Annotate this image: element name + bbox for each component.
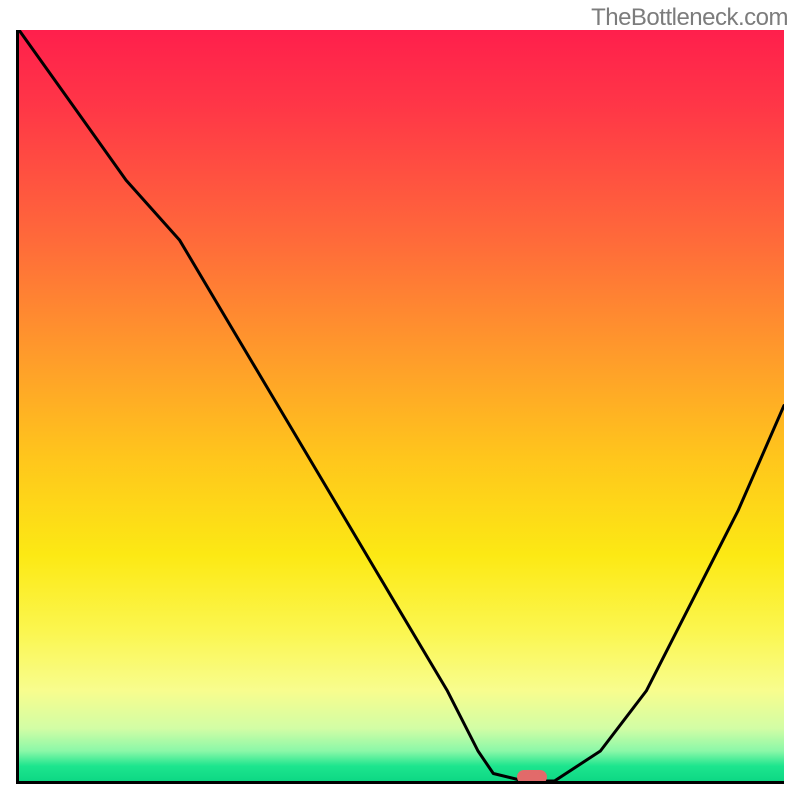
plot-area bbox=[16, 30, 784, 784]
watermark-text: TheBottleneck.com bbox=[591, 4, 788, 32]
curve-svg bbox=[19, 30, 784, 781]
bottleneck-curve bbox=[19, 30, 784, 781]
optimal-marker bbox=[517, 770, 547, 784]
chart-container: TheBottleneck.com bbox=[0, 0, 800, 800]
